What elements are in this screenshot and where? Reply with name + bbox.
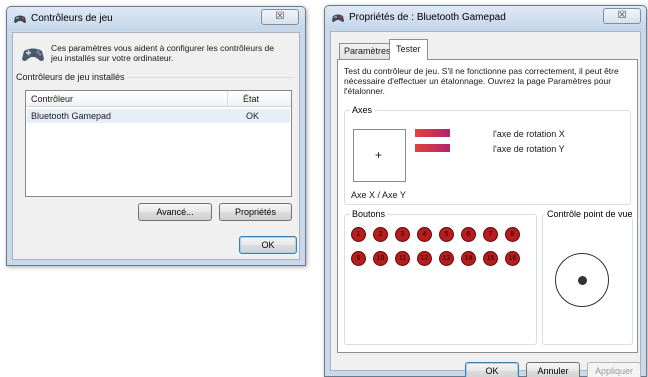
- column-divider: [227, 91, 228, 106]
- crosshair-icon: +: [375, 148, 383, 162]
- description-text: Ces paramètres vous aident à configurer …: [51, 43, 275, 63]
- properties-titlebar[interactable]: Propriétés de : Bluetooth Gamepad ☒: [325, 6, 646, 30]
- controllers-list[interactable]: Contrôleur État Bluetooth Gamepad OK: [25, 90, 292, 197]
- game-controllers-titlebar[interactable]: Contrôleurs de jeu ☒: [7, 7, 305, 31]
- apply-button[interactable]: Appliquer: [587, 362, 641, 377]
- group-label: Contrôleurs de jeu installés: [14, 72, 127, 82]
- pov-group-label: Contrôle point de vue: [545, 209, 635, 219]
- gamepad-illustration-icon: [21, 44, 45, 64]
- list-header: Contrôleur État: [26, 91, 291, 107]
- button-indicator-9: 9: [351, 251, 366, 266]
- button-indicator-13: 13: [439, 251, 454, 266]
- button-indicator-7: 7: [483, 227, 498, 242]
- button-indicator-grid: 1 2 3 4 5 6 7 8 9 10 11 12 13 14 15 16: [351, 227, 531, 271]
- ok-button[interactable]: OK: [239, 236, 297, 254]
- rotation-x-label: l'axe de rotation X: [493, 129, 565, 139]
- properties-button[interactable]: Propriétés: [219, 203, 292, 221]
- advanced-button[interactable]: Avancé...: [138, 203, 212, 221]
- pov-indicator: [555, 253, 609, 307]
- pov-center-dot: [578, 276, 587, 285]
- axes-group-label: Axes: [350, 105, 375, 115]
- instructions-text: Test du contrôleur de jeu. S'il ne fonct…: [344, 66, 619, 96]
- button-indicator-8: 8: [505, 227, 520, 242]
- tab-parametres[interactable]: Paramètres: [339, 43, 396, 59]
- button-indicator-2: 2: [373, 227, 388, 242]
- button-indicator-6: 6: [461, 227, 476, 242]
- button-indicator-14: 14: [461, 251, 476, 266]
- xy-axis-box: +: [353, 129, 406, 182]
- properties-client-area: Paramètres Tester Test du contrôleur de …: [330, 31, 641, 377]
- button-indicator-5: 5: [439, 227, 454, 242]
- window-title: Propriétés de : Bluetooth Gamepad: [349, 12, 506, 23]
- gamepad-icon: [13, 13, 27, 25]
- gamepad-icon: [331, 12, 345, 24]
- tester-tab-panel: Test du contrôleur de jeu. S'il ne fonct…: [337, 59, 638, 353]
- game-controllers-client-area: Ces paramètres vous aident à configurer …: [12, 32, 300, 260]
- row-controller-name: Bluetooth Gamepad: [31, 111, 112, 121]
- game-controllers-window: Contrôleurs de jeu ☒ Ces paramètres vous…: [6, 6, 306, 266]
- button-indicator-4: 4: [417, 227, 432, 242]
- button-indicator-12: 12: [417, 251, 432, 266]
- button-indicator-3: 3: [395, 227, 410, 242]
- buttons-group-label: Boutons: [350, 209, 388, 219]
- table-row[interactable]: Bluetooth Gamepad OK: [27, 109, 290, 123]
- column-header-controller[interactable]: Contrôleur: [31, 94, 73, 104]
- close-button[interactable]: ☒: [603, 8, 641, 24]
- button-indicator-10: 10: [373, 251, 388, 266]
- button-indicator-16: 16: [505, 251, 520, 266]
- button-indicator-11: 11: [395, 251, 410, 266]
- button-indicator-15: 15: [483, 251, 498, 266]
- pov-group: Contrôle point de vue: [542, 209, 635, 345]
- window-title: Contrôleurs de jeu: [31, 13, 113, 24]
- xy-axis-label: Axe X / Axe Y: [351, 190, 406, 200]
- cancel-button[interactable]: Annuler: [526, 362, 580, 377]
- buttons-group: Boutons 1 2 3 4 5 6 7 8 9 10 11 12 13 14 15 16: [344, 209, 537, 345]
- row-state: OK: [246, 111, 260, 121]
- tab-tester[interactable]: Tester: [389, 39, 428, 60]
- axes-group: Axes + Axe X / Axe Y l'axe de rotation X…: [344, 105, 631, 205]
- rotation-x-bar: [415, 129, 450, 137]
- ok-button[interactable]: OK: [465, 362, 519, 377]
- close-button[interactable]: ☒: [261, 9, 299, 25]
- properties-window: Propriétés de : Bluetooth Gamepad ☒ Para…: [324, 5, 647, 377]
- rotation-y-label: l'axe de rotation Y: [493, 144, 565, 154]
- column-header-state[interactable]: État: [243, 94, 259, 104]
- button-indicator-1: 1: [351, 227, 366, 242]
- rotation-y-bar: [415, 144, 450, 152]
